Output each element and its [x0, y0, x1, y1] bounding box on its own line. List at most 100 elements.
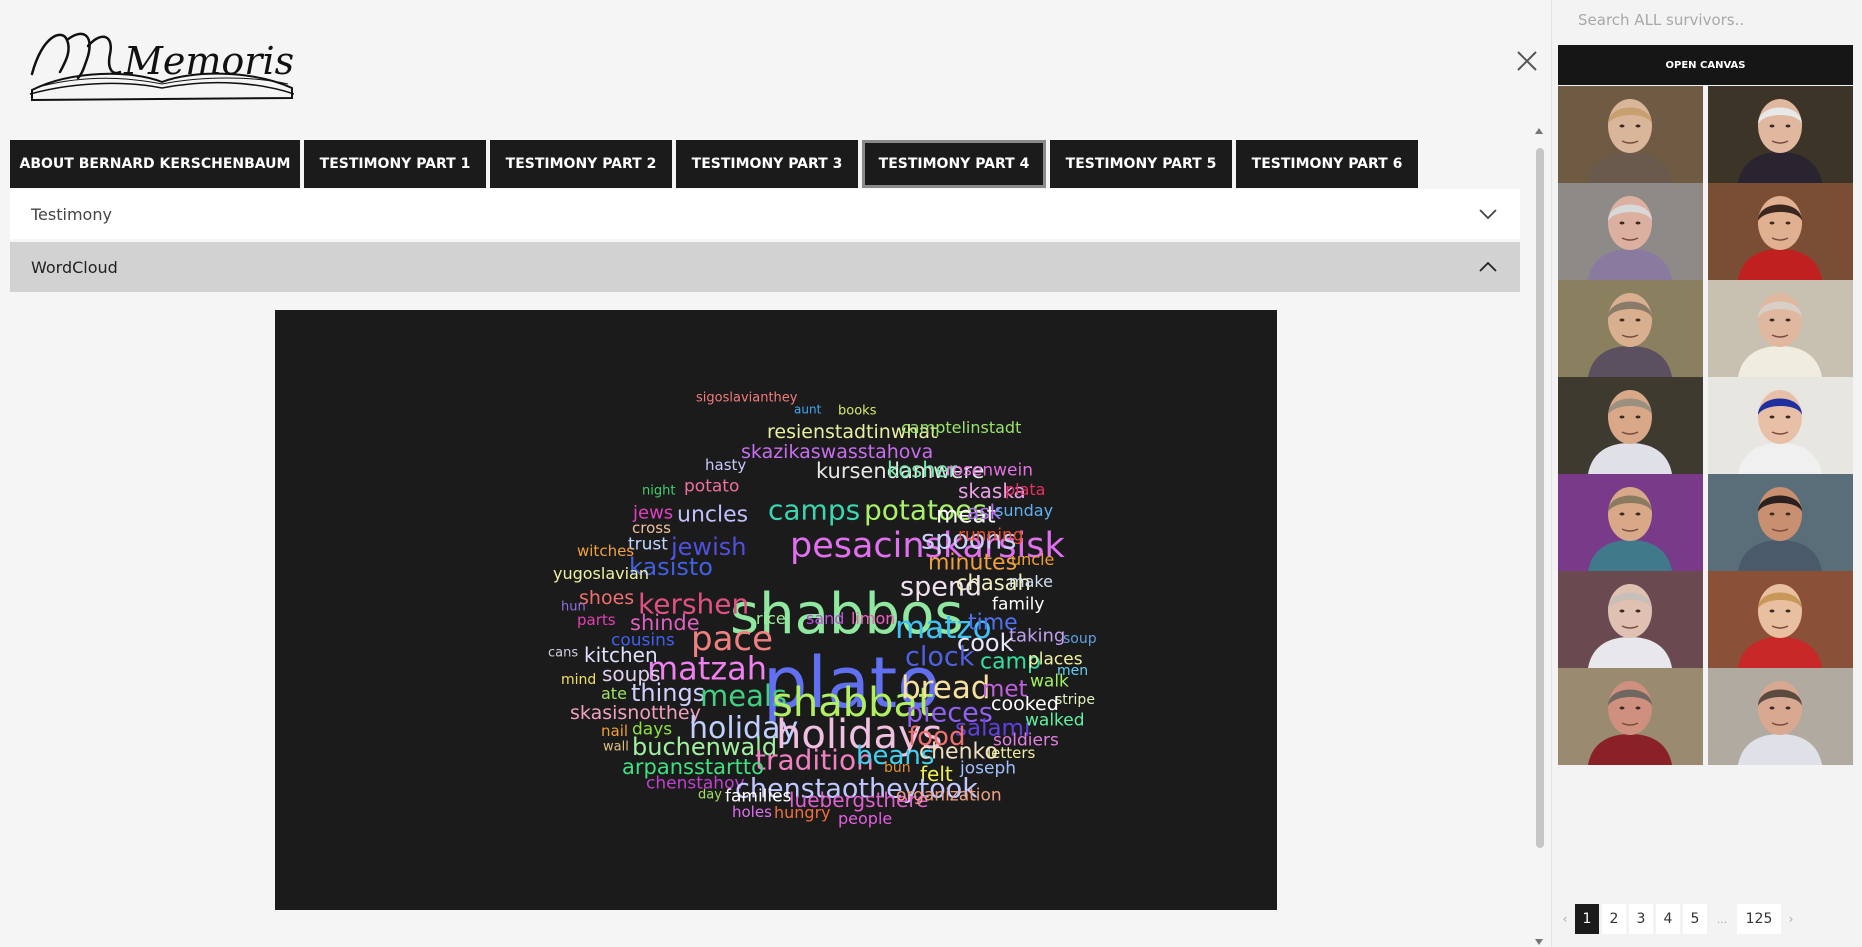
survivor-portrait — [1558, 668, 1703, 765]
survivor-thumbnail[interactable] — [1708, 280, 1853, 377]
tab-part-3[interactable]: TESTIMONY PART 3 — [676, 140, 858, 188]
tab-part-4[interactable]: TESTIMONY PART 4 — [862, 140, 1046, 188]
pagination: ‹ 1 2 3 4 5 ... 125 › — [1558, 904, 1798, 934]
wordcloud-word: soup — [1063, 631, 1097, 647]
open-canvas-button[interactable]: OPEN CANVAS — [1558, 45, 1853, 85]
wordcloud-word: clock — [905, 642, 975, 673]
wordcloud-word: camptelinstadt — [901, 418, 1021, 437]
tab-part-2[interactable]: TESTIMONY PART 2 — [490, 140, 672, 188]
wordcloud-word: mind — [561, 672, 596, 688]
survivor-portrait — [1558, 571, 1703, 668]
wordcloud-word: organization — [896, 786, 1002, 806]
pagination-ellipsis: ... — [1716, 912, 1728, 926]
survivor-search-input[interactable] — [1558, 0, 1856, 40]
survivor-thumbnail[interactable] — [1558, 280, 1703, 377]
survivor-thumbnail[interactable] — [1558, 571, 1703, 668]
survivor-portrait — [1708, 86, 1853, 183]
survivor-thumbnail[interactable] — [1708, 668, 1853, 765]
wordcloud-word: running — [958, 526, 1024, 546]
wordcloud-word: hasty — [705, 456, 746, 474]
wordcloud-word: witches — [577, 542, 634, 560]
testimony-tabs: ABOUT BERNARD KERSCHENBAUM TESTIMONY PAR… — [10, 140, 1418, 188]
wordcloud-word: night — [642, 483, 675, 498]
accordion-testimony-label: Testimony — [31, 204, 112, 224]
wordcloud-word: books — [838, 403, 877, 418]
survivor-portrait — [1708, 668, 1853, 765]
pagination-page-3[interactable]: 3 — [1629, 904, 1653, 934]
scrollbar-thumb[interactable] — [1536, 148, 1544, 848]
survivor-thumbnail[interactable] — [1558, 377, 1703, 474]
wordcloud-panel: sigoslavianthey aunt books resienstadtinwha… — [275, 310, 1277, 910]
pagination-page-5[interactable]: 5 — [1683, 904, 1707, 934]
wordcloud-word: limon — [851, 609, 895, 628]
pagination-page-last[interactable]: 125 — [1737, 904, 1781, 934]
memorise-logo[interactable]: Memorise — [12, 16, 294, 104]
main-scrollbar[interactable] — [1533, 126, 1545, 947]
wordcloud-word: sunday — [995, 501, 1053, 520]
wordcloud-word: sand — [806, 609, 844, 628]
wordcloud-word: potato — [684, 477, 739, 497]
wordcloud-word: day — [698, 787, 722, 802]
wordcloud-word: hungry — [774, 803, 831, 822]
survivor-portrait — [1558, 474, 1703, 571]
accordion-wordcloud[interactable]: WordCloud — [10, 242, 1520, 292]
pagination-prev[interactable]: ‹ — [1558, 904, 1572, 934]
wordcloud-word: taking — [1009, 625, 1065, 646]
survivor-portrait — [1708, 183, 1853, 280]
survivor-thumbnail-grid — [1558, 86, 1853, 765]
accordion-testimony[interactable]: Testimony — [10, 189, 1520, 239]
scroll-up-icon[interactable] — [1535, 128, 1543, 134]
wordcloud-word: sigoslavianthey — [696, 390, 798, 405]
close-icon[interactable] — [1514, 48, 1540, 74]
wordcloud-word: walk — [1030, 672, 1069, 692]
wordcloud-word: uncle — [1011, 550, 1054, 569]
survivor-thumbnail[interactable] — [1558, 86, 1703, 183]
wordcloud-word: uncles — [677, 503, 748, 528]
wordcloud-word: people — [838, 809, 892, 828]
wordcloud-word: holes — [732, 803, 772, 821]
wordcloud-word: wall — [603, 739, 629, 754]
wordcloud-word: nail — [601, 722, 628, 740]
wordcloud-word: shoes — [579, 587, 634, 609]
survivor-portrait — [1558, 280, 1703, 377]
tab-about[interactable]: ABOUT BERNARD KERSCHENBAUM — [10, 140, 300, 188]
wordcloud-word: parts — [577, 611, 616, 629]
wordcloud-word: walked — [1025, 711, 1085, 731]
tab-part-6[interactable]: TESTIMONY PART 6 — [1236, 140, 1418, 188]
survivor-thumbnail[interactable] — [1708, 474, 1853, 571]
survivor-thumbnail[interactable] — [1558, 183, 1703, 280]
wordcloud-word: stripe — [1055, 692, 1095, 708]
survivor-portrait — [1558, 377, 1703, 474]
pagination-page-4[interactable]: 4 — [1656, 904, 1680, 934]
wordcloud-word: make — [1009, 572, 1053, 591]
scroll-down-icon[interactable] — [1535, 939, 1543, 945]
survivor-thumbnail[interactable] — [1558, 668, 1703, 765]
survivor-sidebar: OPEN CANVAS ‹ 1 2 3 4 5 ... 125 › — [1551, 0, 1862, 947]
wordcloud-word: camps — [768, 493, 860, 526]
pagination-next[interactable]: › — [1784, 904, 1798, 934]
wordcloud-word: rosenwein — [946, 461, 1033, 481]
survivor-portrait — [1708, 280, 1853, 377]
tab-part-1[interactable]: TESTIMONY PART 1 — [304, 140, 486, 188]
tab-part-5[interactable]: TESTIMONY PART 5 — [1050, 140, 1232, 188]
logo-text: Memorise — [123, 39, 294, 83]
wordcloud-word: plata — [1005, 480, 1045, 499]
survivor-thumbnail[interactable] — [1558, 474, 1703, 571]
survivor-thumbnail[interactable] — [1708, 86, 1853, 183]
chevron-down-icon — [1479, 209, 1497, 220]
wordcloud-word: yugoslavian — [553, 564, 649, 583]
survivor-portrait — [1708, 474, 1853, 571]
survivor-thumbnail[interactable] — [1708, 377, 1853, 474]
wordcloud-word: ate — [601, 684, 627, 703]
survivor-thumbnail[interactable] — [1708, 183, 1853, 280]
chevron-up-icon — [1479, 261, 1497, 272]
survivor-portrait — [1708, 377, 1853, 474]
survivor-thumbnail[interactable] — [1708, 571, 1853, 668]
pagination-page-2[interactable]: 2 — [1602, 904, 1626, 934]
survivor-portrait — [1558, 86, 1703, 183]
accordion-wordcloud-label: WordCloud — [31, 257, 118, 277]
wordcloud-word: rice — [756, 609, 786, 628]
wordcloud-word: cans — [548, 645, 578, 660]
pagination-page-1[interactable]: 1 — [1575, 904, 1599, 934]
survivor-portrait — [1708, 571, 1853, 668]
